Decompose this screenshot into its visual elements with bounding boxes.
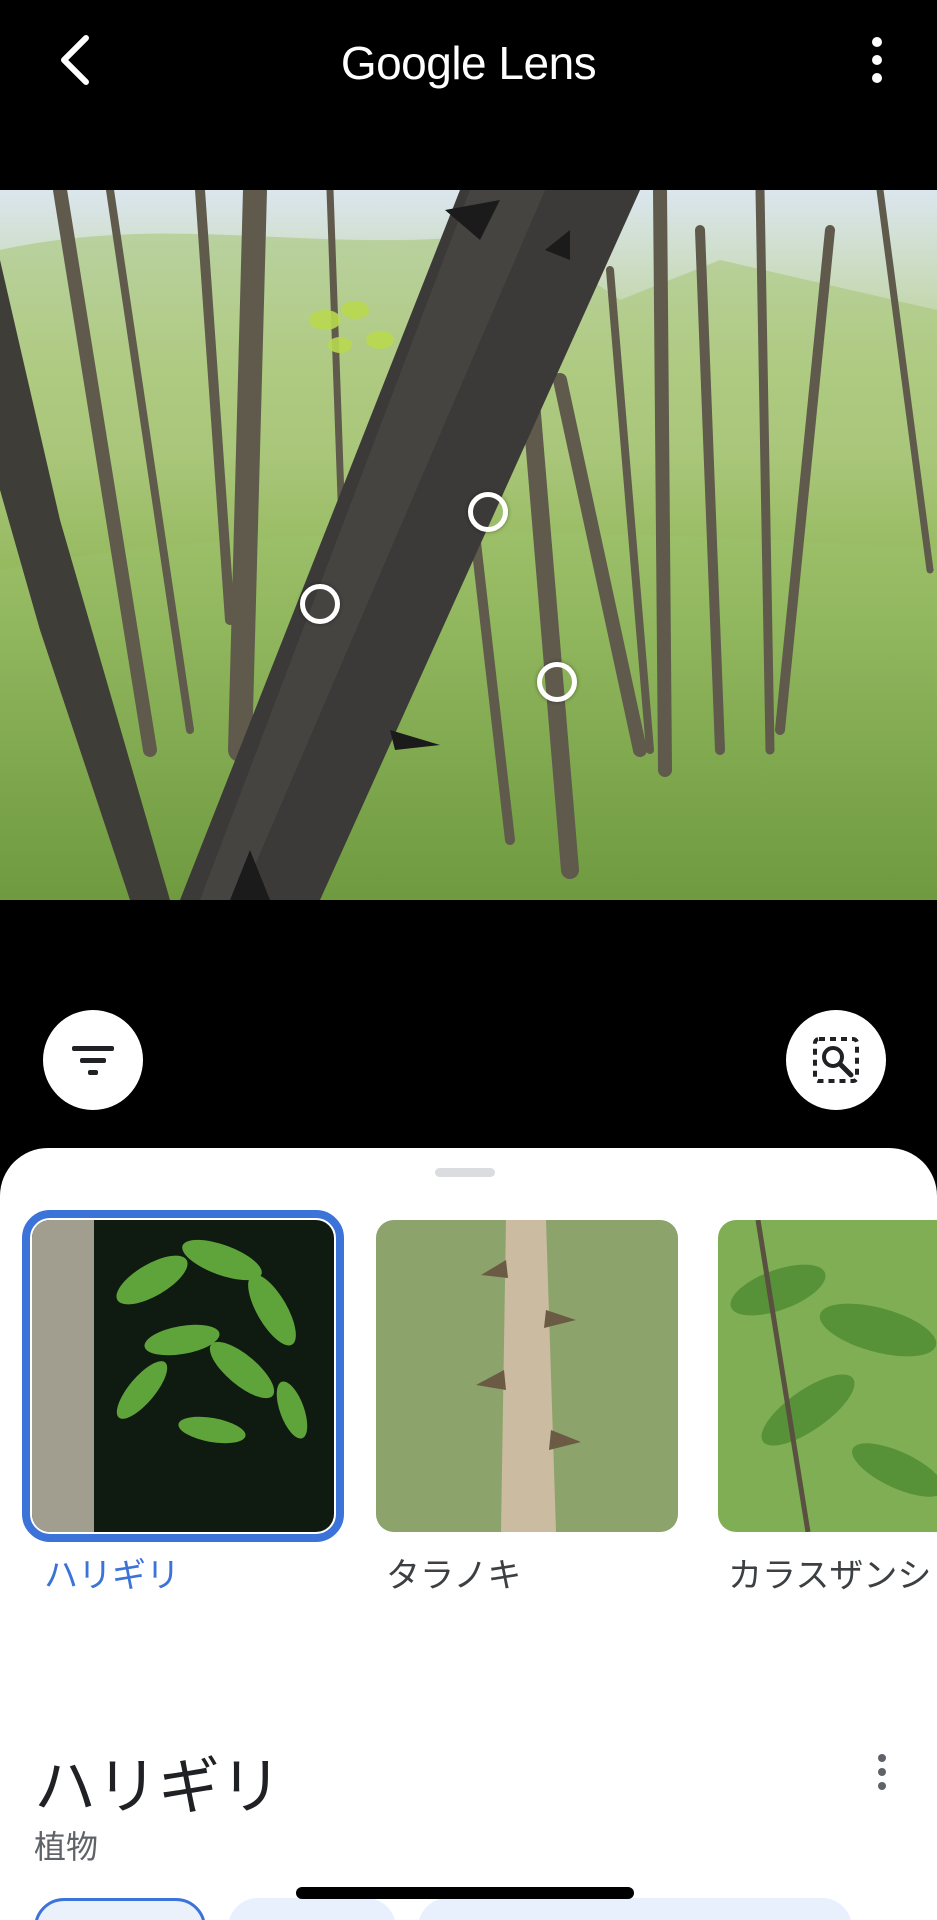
home-indicator[interactable]	[296, 1887, 634, 1899]
result-thumbnail	[718, 1220, 937, 1532]
action-chip[interactable]	[418, 1898, 852, 1920]
search-region-button[interactable]	[786, 1010, 886, 1110]
captured-photo[interactable]	[0, 190, 937, 900]
result-card-harigiri[interactable]	[22, 1210, 344, 1542]
action-chip[interactable]	[228, 1898, 396, 1920]
action-chip[interactable]	[34, 1898, 206, 1920]
forest-photo	[0, 190, 937, 900]
app-title: Google Lens	[340, 37, 597, 89]
result-card-label[interactable]: カラスザンシ	[728, 1548, 931, 1597]
result-title: ハリギリ	[34, 1750, 283, 1823]
more-vert-icon	[878, 1754, 886, 1790]
detection-marker[interactable]	[300, 584, 340, 624]
detection-marker[interactable]	[537, 662, 577, 702]
result-card-karasuzanshou[interactable]	[718, 1220, 937, 1532]
more-options-button[interactable]	[857, 30, 897, 90]
filter-icon	[72, 1046, 114, 1075]
result-more-button[interactable]	[867, 1748, 897, 1798]
detection-marker[interactable]	[468, 492, 508, 532]
result-thumbnail	[32, 1220, 334, 1532]
image-search-icon	[813, 1037, 859, 1083]
more-vert-icon	[872, 37, 882, 83]
result-category: 植物	[34, 1828, 99, 1866]
results-sheet[interactable]: ハリギリ タラノキ カラスザンシ ハリギリ 植物	[0, 1148, 937, 1920]
top-app-bar: Google Lens	[0, 0, 937, 190]
result-card-label[interactable]: ハリギリ	[44, 1548, 180, 1597]
filter-button[interactable]	[43, 1010, 143, 1110]
result-thumbnail	[376, 1220, 678, 1532]
result-card-taranoki[interactable]	[376, 1220, 678, 1532]
drag-handle[interactable]	[435, 1168, 495, 1177]
result-card-label[interactable]: タラノキ	[386, 1548, 521, 1597]
